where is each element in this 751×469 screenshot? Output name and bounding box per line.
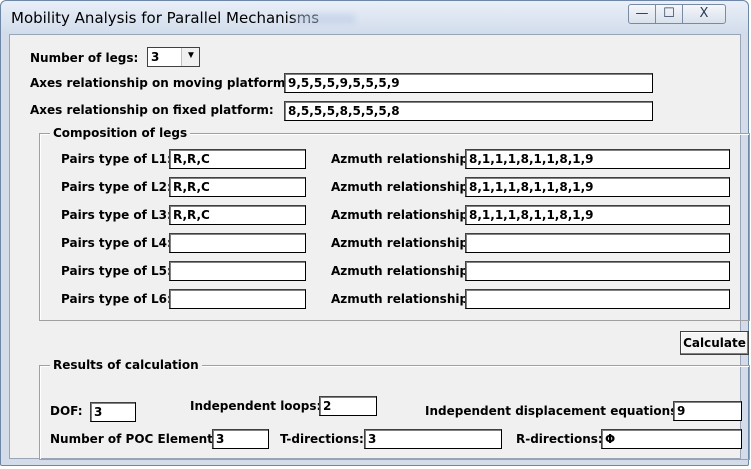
pairs-l2-label: Pairs type of L2:	[61, 180, 172, 194]
pairs-l3-label: Pairs type of L3:	[61, 208, 172, 222]
displacement-equations-field[interactable]: 9	[673, 401, 742, 421]
r-directions-label: R-directions:	[516, 432, 603, 446]
independent-loops-label: Independent loops:	[190, 399, 322, 413]
independent-loops-field[interactable]: 2	[319, 396, 377, 416]
dof-field[interactable]: 3	[90, 402, 136, 422]
composition-group: Composition of legs Pairs type of L1: R,…	[39, 126, 750, 321]
pairs-l2-input[interactable]: R,R,C	[169, 177, 306, 197]
composition-group-title: Composition of legs	[50, 126, 191, 140]
axes-fixed-input[interactable]: 8,5,5,5,8,5,5,5,8	[284, 101, 653, 121]
close-button[interactable]: X	[682, 4, 726, 24]
legs-count-value: 3	[151, 50, 160, 64]
close-icon: X	[699, 6, 709, 21]
title-bar[interactable]: Mobility Analysis for Parallel Mechanism…	[1, 1, 748, 33]
main-window: Mobility Analysis for Parallel Mechanism…	[0, 0, 750, 466]
maximize-icon: ☐	[663, 6, 675, 21]
chevron-down-icon: ▼	[186, 50, 196, 61]
pairs-l1-label: Pairs type of L1:	[61, 152, 172, 166]
azmuth-l5-label: Azmuth relationship:	[331, 264, 473, 278]
azmuth-l4-label: Azmuth relationship:	[331, 236, 473, 250]
title-blur	[295, 14, 355, 24]
dof-label: DOF:	[50, 404, 83, 418]
displacement-equations-label: Independent displacement equations:	[425, 404, 683, 418]
dialog-client: Number of legs: 3 ▼ Axes relationship on…	[9, 34, 750, 460]
legs-count-label: Number of legs:	[30, 51, 139, 65]
maximize-button[interactable]: ☐	[655, 4, 683, 24]
pairs-l1-input[interactable]: R,R,C	[169, 149, 306, 169]
azmuth-l2-label: Azmuth relationship:	[331, 180, 473, 194]
azmuth-l3-input[interactable]: 8,1,1,1,8,1,1,8,1,9	[465, 205, 730, 225]
pairs-l5-input[interactable]	[169, 261, 306, 281]
poc-elements-field[interactable]: 3	[212, 429, 269, 449]
azmuth-l5-input[interactable]	[465, 261, 730, 281]
minimize-button[interactable]: —	[628, 4, 656, 24]
azmuth-l6-label: Azmuth relationship:	[331, 292, 473, 306]
azmuth-l1-label: Azmuth relationship:	[331, 152, 473, 166]
axes-moving-label: Axes relationship on moving platform:	[30, 76, 291, 90]
pairs-l6-input[interactable]	[169, 289, 306, 309]
t-directions-field[interactable]: 3	[364, 429, 502, 449]
azmuth-l1-input[interactable]: 8,1,1,1,8,1,1,8,1,9	[465, 149, 730, 169]
pairs-l5-label: Pairs type of L5:	[61, 264, 172, 278]
results-group-title: Results of calculation	[50, 358, 202, 372]
azmuth-l2-input[interactable]: 8,1,1,1,8,1,1,8,1,9	[465, 177, 730, 197]
pairs-l3-input[interactable]: R,R,C	[169, 205, 306, 225]
calculate-button[interactable]: Calculate	[680, 331, 749, 355]
minimize-icon: —	[635, 6, 649, 21]
poc-elements-label: Number of POC Elements:	[50, 432, 225, 446]
pairs-l6-label: Pairs type of L6:	[61, 292, 172, 306]
pairs-l4-label: Pairs type of L4:	[61, 236, 172, 250]
t-directions-label: T-directions:	[280, 432, 364, 446]
legs-count-select[interactable]: 3 ▼	[147, 47, 200, 67]
legs-count-dropdown-button[interactable]: ▼	[181, 48, 199, 66]
azmuth-l6-input[interactable]	[465, 289, 730, 309]
azmuth-l4-input[interactable]	[465, 233, 730, 253]
azmuth-l3-label: Azmuth relationship:	[331, 208, 473, 222]
window-title: Mobility Analysis for Parallel Mechanism…	[11, 9, 320, 27]
axes-moving-input[interactable]: 9,5,5,5,9,5,5,5,9	[284, 73, 653, 93]
pairs-l4-input[interactable]	[169, 233, 306, 253]
results-group: Results of calculation DOF: 3 Independen…	[39, 358, 750, 460]
r-directions-field[interactable]: Φ	[601, 429, 742, 449]
axes-fixed-label: Axes relationship on fixed platform:	[30, 103, 274, 117]
